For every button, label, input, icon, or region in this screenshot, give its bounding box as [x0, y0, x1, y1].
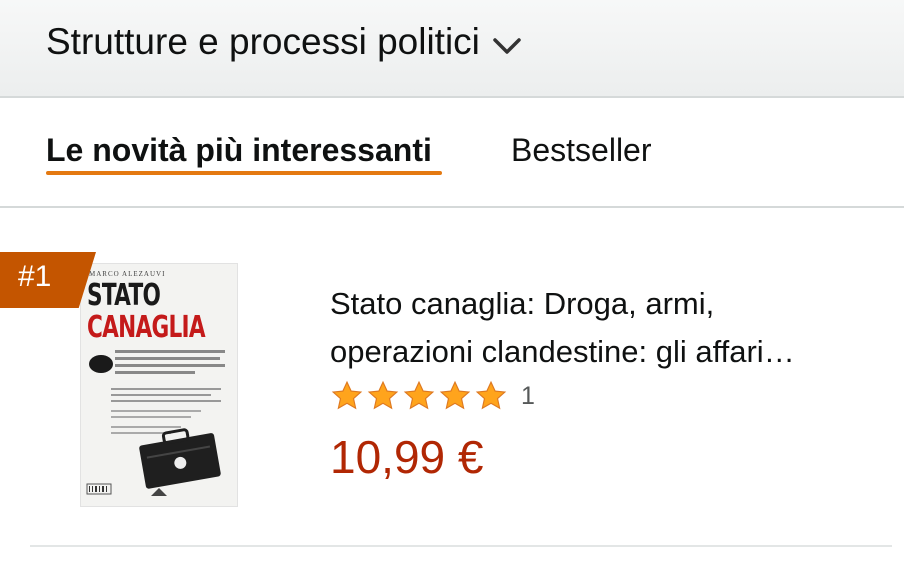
item-divider	[30, 545, 892, 547]
product-title-line2: operazioni clandestine: gli affari…	[330, 334, 795, 369]
chevron-down-icon	[493, 38, 521, 54]
star-icon	[475, 380, 507, 410]
tab-bestseller[interactable]: Bestseller	[511, 130, 652, 170]
active-tab-indicator	[46, 171, 442, 175]
star-rating[interactable]	[330, 379, 508, 413]
product-title-line1: Stato canaglia: Droga, armi,	[330, 286, 715, 321]
category-title: Strutture e processi politici	[46, 21, 480, 62]
list-tabs: Le novità più interessanti Bestseller	[0, 98, 904, 208]
category-header: Strutture e processi politici	[0, 0, 904, 98]
rank-number: #1	[18, 260, 52, 293]
book-cover-image[interactable]: MARCO ALEZAUVI STATO CANAGLIA	[80, 263, 238, 507]
product-price: 10,99 €	[330, 431, 484, 483]
star-icon	[439, 380, 471, 410]
star-icon	[331, 380, 363, 410]
tab-new-releases[interactable]: Le novità più interessanti	[46, 130, 432, 170]
rating-count[interactable]: 1	[521, 382, 535, 411]
star-icon	[367, 380, 399, 410]
list-item[interactable]: MARCO ALEZAUVI STATO CANAGLIA #1 Stato c…	[0, 208, 904, 546]
product-title[interactable]: Stato canaglia: Droga, armi, operazioni …	[330, 280, 870, 376]
star-icon	[403, 380, 435, 410]
category-dropdown[interactable]: Strutture e processi politici	[46, 18, 522, 66]
cover-artwork	[86, 350, 225, 496]
